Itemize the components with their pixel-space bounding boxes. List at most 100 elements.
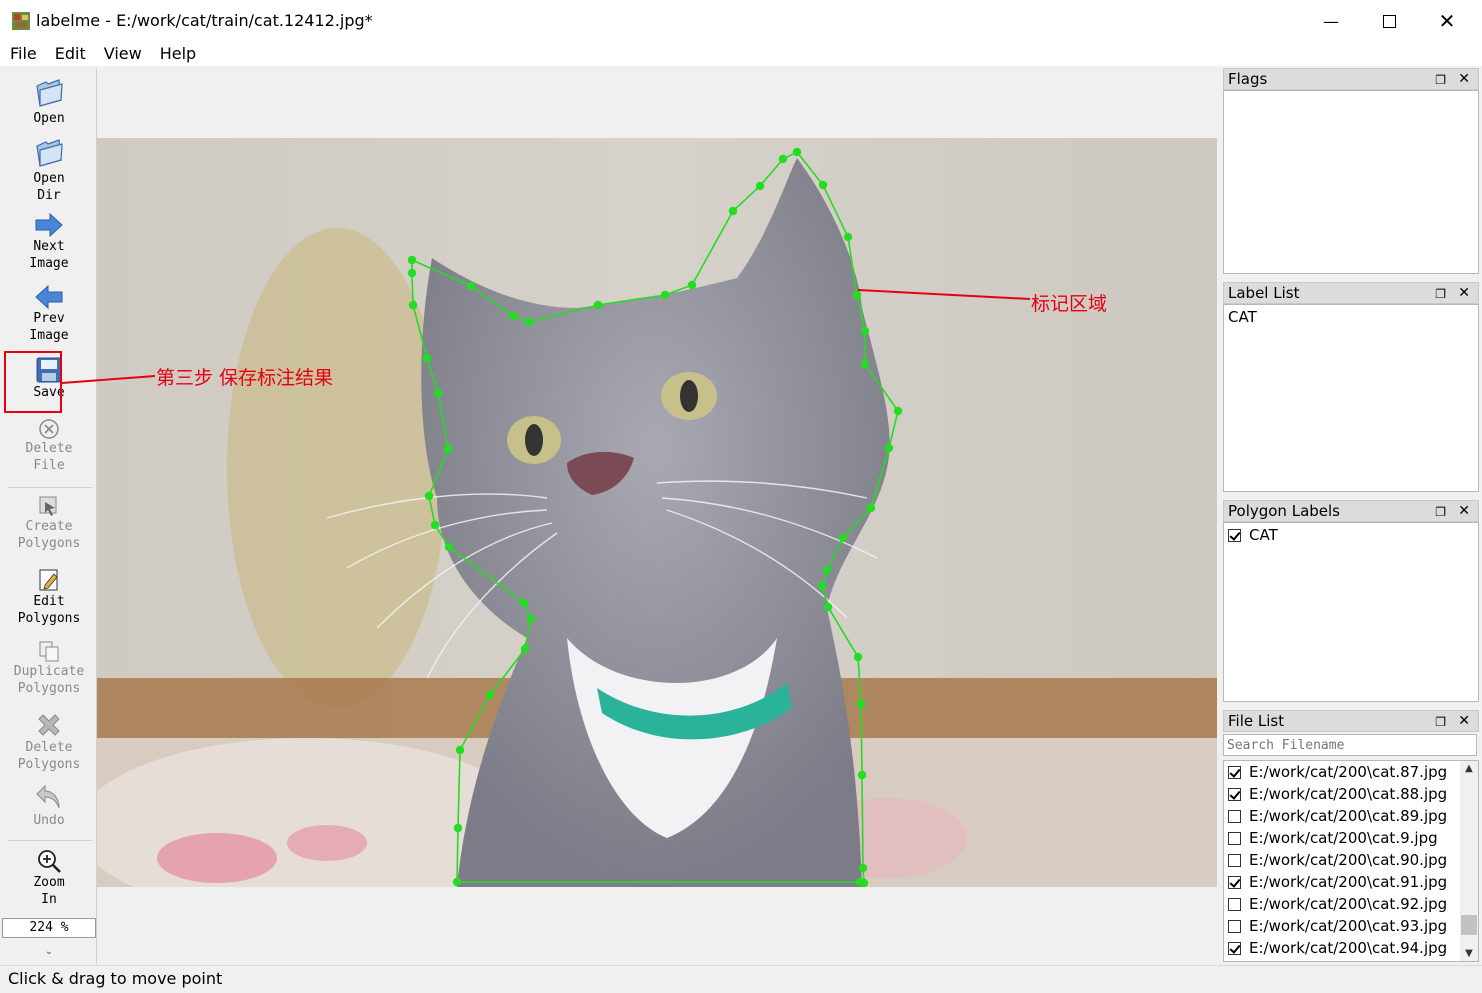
polygon-vertex[interactable] (843, 232, 853, 242)
undo-button[interactable]: Undo (2, 782, 96, 829)
polygon-vertex[interactable] (860, 359, 870, 369)
polygon-vertex[interactable] (893, 406, 903, 416)
file-list-item[interactable]: E:/work/cat/200\cat.91.jpg (1224, 871, 1478, 893)
scroll-up-icon[interactable]: ▲ (1460, 763, 1478, 774)
scroll-thumb[interactable] (1461, 915, 1477, 935)
create-polygons-button[interactable]: Create Polygons (2, 494, 96, 552)
polygon-label-checkbox[interactable] (1228, 529, 1241, 542)
polygon-vertex[interactable] (852, 290, 862, 300)
polygon-vertex[interactable] (660, 290, 670, 300)
polygon-vertices[interactable] (407, 147, 903, 887)
polygon-vertex[interactable] (455, 745, 465, 755)
zoom-in-button[interactable]: Zoom In (2, 848, 96, 908)
polygon-vertex[interactable] (443, 444, 453, 454)
file-checkbox[interactable] (1228, 920, 1241, 933)
toolbar-expand-icon[interactable]: ⌄ (2, 946, 96, 957)
polygon-vertex[interactable] (408, 300, 418, 310)
polygon-vertex[interactable] (407, 268, 417, 278)
polygon-vertex[interactable] (444, 542, 454, 552)
polygon-vertex[interactable] (838, 533, 848, 543)
polygon-vertex[interactable] (520, 644, 530, 654)
float-icon[interactable]: ❐ (1435, 284, 1446, 304)
next-image-button[interactable]: Next Image (2, 212, 96, 272)
file-checkbox[interactable] (1228, 898, 1241, 911)
polygon-vertex[interactable] (466, 281, 476, 291)
polygon-vertex[interactable] (519, 598, 529, 608)
polygon-vertex[interactable] (433, 388, 443, 398)
file-list-item[interactable]: E:/work/cat/200\cat.92.jpg (1224, 893, 1478, 915)
menu-view[interactable]: View (96, 42, 150, 66)
close-icon[interactable]: ✕ (1458, 283, 1470, 303)
file-checkbox[interactable] (1228, 810, 1241, 823)
maximize-button[interactable] (1366, 6, 1412, 36)
delete-polygons-button[interactable]: Delete Polygons (2, 711, 96, 773)
open-dir-button[interactable]: Open Dir (2, 138, 96, 204)
close-icon[interactable]: ✕ (1458, 501, 1470, 521)
file-checkbox[interactable] (1228, 788, 1241, 801)
file-list-scrollbar[interactable]: ▲ ▼ (1460, 761, 1478, 961)
float-icon[interactable]: ❐ (1435, 70, 1446, 90)
polygon-vertex[interactable] (485, 690, 495, 700)
polygon-vertex[interactable] (818, 180, 828, 190)
polygon-vertex[interactable] (792, 147, 802, 157)
delete-file-button[interactable]: Delete File (2, 418, 96, 474)
float-icon[interactable]: ❐ (1435, 712, 1446, 732)
edit-polygons-button[interactable]: Edit Polygons (2, 567, 96, 627)
file-list-item[interactable]: E:/work/cat/200\cat.87.jpg (1224, 761, 1478, 783)
label-list-item[interactable]: CAT (1224, 305, 1478, 329)
zoom-value-field[interactable]: 224 % (2, 918, 96, 938)
cat-polygon-overlay[interactable] (97, 138, 1217, 887)
file-list-item[interactable]: E:/work/cat/200\cat.88.jpg (1224, 783, 1478, 805)
file-checkbox[interactable] (1228, 832, 1241, 845)
polygon-vertex[interactable] (860, 326, 870, 336)
prev-image-button[interactable]: Prev Image (2, 284, 96, 344)
polygon-vertex[interactable] (822, 565, 832, 575)
polygon-vertex[interactable] (856, 699, 866, 709)
close-window-button[interactable]: ✕ (1424, 6, 1470, 36)
polygon-label-item[interactable]: CAT (1224, 523, 1478, 547)
polygon-vertex[interactable] (858, 863, 868, 873)
polygon-vertex[interactable] (422, 353, 432, 363)
polygon-vertex[interactable] (424, 491, 434, 501)
polygon-vertex[interactable] (817, 581, 827, 591)
polygon-vertex[interactable] (823, 602, 833, 612)
duplicate-polygons-button[interactable]: Duplicate Polygons (2, 639, 96, 697)
polygon-vertex[interactable] (855, 877, 865, 887)
close-icon[interactable]: ✕ (1458, 69, 1470, 89)
file-checkbox[interactable] (1228, 942, 1241, 955)
file-list-item[interactable]: E:/work/cat/200\cat.89.jpg (1224, 805, 1478, 827)
polygon-vertex[interactable] (853, 652, 863, 662)
file-checkbox[interactable] (1228, 766, 1241, 779)
polygon-vertex[interactable] (687, 280, 697, 290)
close-icon[interactable]: ✕ (1458, 711, 1470, 731)
menu-edit[interactable]: Edit (47, 42, 94, 66)
polygon-vertex[interactable] (778, 154, 788, 164)
polygon-vertex[interactable] (857, 770, 867, 780)
polygon-vertex[interactable] (866, 503, 876, 513)
menu-help[interactable]: Help (152, 42, 204, 66)
search-filename-input[interactable] (1223, 734, 1477, 756)
polygon-vertex[interactable] (593, 300, 603, 310)
file-list-item[interactable]: E:/work/cat/200\cat.93.jpg (1224, 915, 1478, 937)
file-list-item[interactable]: E:/work/cat/200\cat.90.jpg (1224, 849, 1478, 871)
image-canvas[interactable] (97, 68, 1218, 963)
polygon-vertex[interactable] (508, 311, 518, 321)
polygon-vertex[interactable] (884, 443, 894, 453)
open-button[interactable]: Open (2, 78, 96, 127)
polygon-vertex[interactable] (452, 877, 462, 887)
file-checkbox[interactable] (1228, 876, 1241, 889)
polygon-vertex[interactable] (526, 614, 536, 624)
file-list-item[interactable]: E:/work/cat/200\cat.94.jpg (1224, 937, 1478, 959)
polygon-vertex[interactable] (524, 317, 534, 327)
polygon-vertex[interactable] (755, 181, 765, 191)
file-list-item[interactable]: E:/work/cat/200\cat.9.jpg (1224, 827, 1478, 849)
polygon-outline[interactable] (411, 150, 899, 885)
polygon-vertex[interactable] (728, 206, 738, 216)
polygon-vertex[interactable] (453, 823, 463, 833)
scroll-down-icon[interactable]: ▼ (1460, 948, 1478, 959)
float-icon[interactable]: ❐ (1435, 502, 1446, 522)
polygon-vertex[interactable] (430, 520, 440, 530)
menu-file[interactable]: File (2, 42, 45, 66)
polygon-vertex[interactable] (407, 255, 417, 265)
file-checkbox[interactable] (1228, 854, 1241, 867)
